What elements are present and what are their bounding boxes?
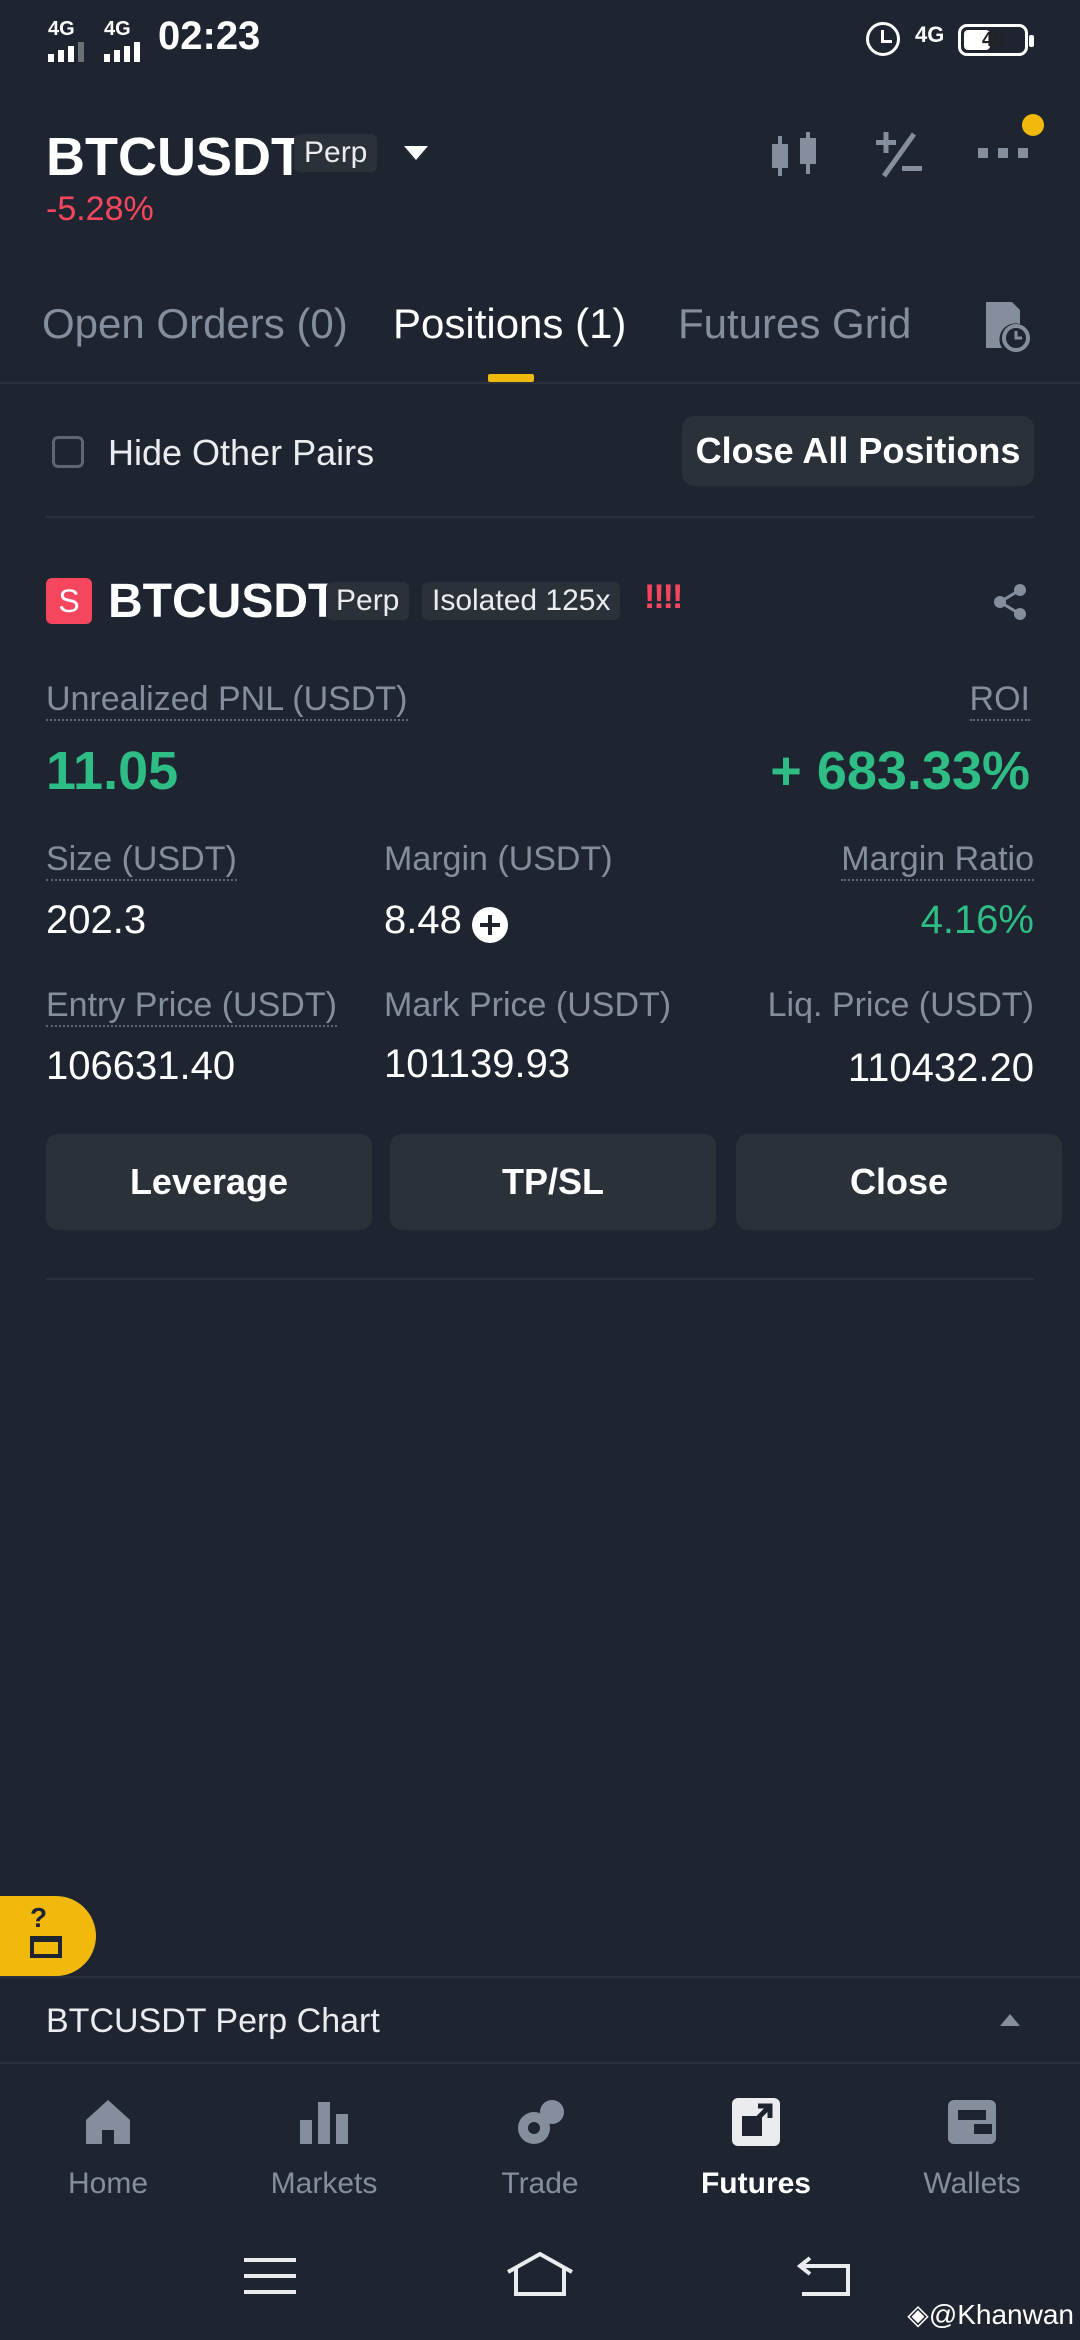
network-label-1: 4G bbox=[48, 18, 75, 40]
nav-markets[interactable]: Markets bbox=[216, 2094, 432, 2201]
nav-trade-label: Trade bbox=[501, 2167, 579, 2200]
clock: 02:23 bbox=[158, 14, 261, 58]
position-symbol[interactable]: BTCUSDT bbox=[108, 574, 337, 629]
markets-icon bbox=[300, 2102, 348, 2144]
nav-wallets[interactable]: Wallets bbox=[864, 2094, 1080, 2201]
roi-value: + 683.33% bbox=[770, 741, 1030, 801]
margin-value: 8.48 bbox=[384, 898, 462, 942]
tab-futures-grid[interactable]: Futures Grid bbox=[678, 300, 911, 348]
liq-price-value: 110432.20 bbox=[847, 1046, 1034, 1090]
watermark: ◈@Khanwan bbox=[907, 2298, 1074, 2331]
close-position-button[interactable]: Close bbox=[736, 1134, 1062, 1230]
nav-trade[interactable]: Trade bbox=[432, 2094, 648, 2201]
plus-minus-icon[interactable] bbox=[874, 130, 924, 180]
watermark-diamond-icon: ◈ bbox=[907, 2299, 929, 2330]
size-value: 202.3 bbox=[46, 898, 147, 942]
more-icon[interactable] bbox=[978, 146, 1030, 160]
margin-ratio-value: 4.16% bbox=[920, 898, 1034, 942]
battery-icon: 40 bbox=[958, 24, 1034, 56]
add-margin-icon[interactable] bbox=[471, 906, 508, 943]
margin-value-group: 8.48 bbox=[384, 898, 508, 943]
alarm-icon bbox=[866, 22, 900, 56]
tab-positions[interactable]: Positions (1) bbox=[393, 300, 626, 348]
question-mark-icon: ? bbox=[30, 1902, 48, 1933]
tabs-divider bbox=[0, 382, 1080, 384]
nav-wallets-label: Wallets bbox=[923, 2167, 1021, 2200]
size-label[interactable]: Size (USDT) bbox=[46, 840, 237, 881]
close-all-positions-button[interactable]: Close All Positions bbox=[682, 416, 1034, 486]
liq-price-label: Liq. Price (USDT) bbox=[767, 986, 1034, 1024]
chart-drawer-label[interactable]: BTCUSDT Perp Chart bbox=[46, 2002, 380, 2041]
mark-price-label: Mark Price (USDT) bbox=[384, 986, 672, 1024]
mark-price-value: 101139.93 bbox=[384, 1042, 571, 1086]
risk-warning: !!!! bbox=[644, 578, 683, 616]
menu-icon[interactable] bbox=[244, 2256, 296, 2296]
signal-2-icon: 4G bbox=[104, 18, 140, 62]
signal-1-icon: 4G bbox=[48, 18, 84, 62]
status-bar: 4G 4G 02:23 4G 40 bbox=[0, 0, 1080, 80]
wallet-icon bbox=[948, 2100, 996, 2144]
hide-other-pairs-checkbox[interactable] bbox=[52, 436, 84, 468]
short-side-badge: S bbox=[46, 578, 92, 624]
nav-home-label: Home bbox=[67, 2167, 149, 2200]
nav-markets-label: Markets bbox=[270, 2167, 378, 2200]
margin-ratio-label[interactable]: Margin Ratio bbox=[841, 840, 1034, 881]
gift-icon bbox=[30, 1936, 62, 1958]
share-icon[interactable] bbox=[990, 582, 1030, 622]
trade-icon bbox=[518, 2100, 564, 2144]
watermark-text: @Khanwan bbox=[928, 2299, 1074, 2330]
candlestick-chart-icon[interactable] bbox=[766, 130, 822, 182]
chevron-up-icon[interactable] bbox=[1000, 2014, 1020, 2026]
network-label-3: 4G bbox=[915, 22, 945, 47]
back-icon[interactable] bbox=[796, 2254, 852, 2298]
tpsl-button[interactable]: TP/SL bbox=[390, 1134, 716, 1230]
active-tab-indicator bbox=[488, 374, 534, 382]
card-divider bbox=[46, 1278, 1034, 1280]
home-icon bbox=[86, 2100, 130, 2144]
roi-label[interactable]: ROI bbox=[969, 680, 1030, 721]
notification-dot bbox=[1022, 114, 1044, 136]
tab-open-orders[interactable]: Open Orders (0) bbox=[42, 300, 348, 348]
margin-mode-badge[interactable]: Isolated 125x bbox=[422, 582, 621, 620]
price-change: -5.28% bbox=[46, 190, 154, 228]
contract-type-badge: Perp bbox=[294, 134, 378, 172]
entry-price-value: 106631.40 bbox=[46, 1044, 236, 1088]
pair-dropdown-caret-icon[interactable] bbox=[404, 146, 428, 160]
margin-label: Margin (USDT) bbox=[384, 840, 613, 878]
position-type-badge: Perp bbox=[326, 582, 410, 620]
unrealized-pnl-value: 11.05 bbox=[46, 741, 179, 801]
hide-other-pairs-label[interactable]: Hide Other Pairs bbox=[108, 432, 374, 474]
unrealized-pnl-label[interactable]: Unrealized PNL (USDT) bbox=[46, 680, 408, 721]
nav-futures[interactable]: Futures bbox=[648, 2094, 864, 2201]
battery-level: 40 bbox=[981, 29, 1005, 51]
nav-home[interactable]: Home bbox=[0, 2094, 216, 2201]
order-history-icon[interactable] bbox=[982, 300, 1030, 354]
help-gift-button[interactable]: ? bbox=[0, 1896, 96, 1976]
pair-title[interactable]: BTCUSDT bbox=[46, 126, 304, 188]
nav-futures-label: Futures bbox=[700, 2167, 811, 2200]
home-system-icon[interactable] bbox=[504, 2250, 576, 2298]
leverage-button[interactable]: Leverage bbox=[46, 1134, 372, 1230]
futures-icon bbox=[732, 2098, 780, 2146]
filter-divider bbox=[46, 516, 1034, 518]
network-label-2: 4G bbox=[104, 18, 131, 40]
entry-price-label[interactable]: Entry Price (USDT) bbox=[46, 986, 337, 1027]
